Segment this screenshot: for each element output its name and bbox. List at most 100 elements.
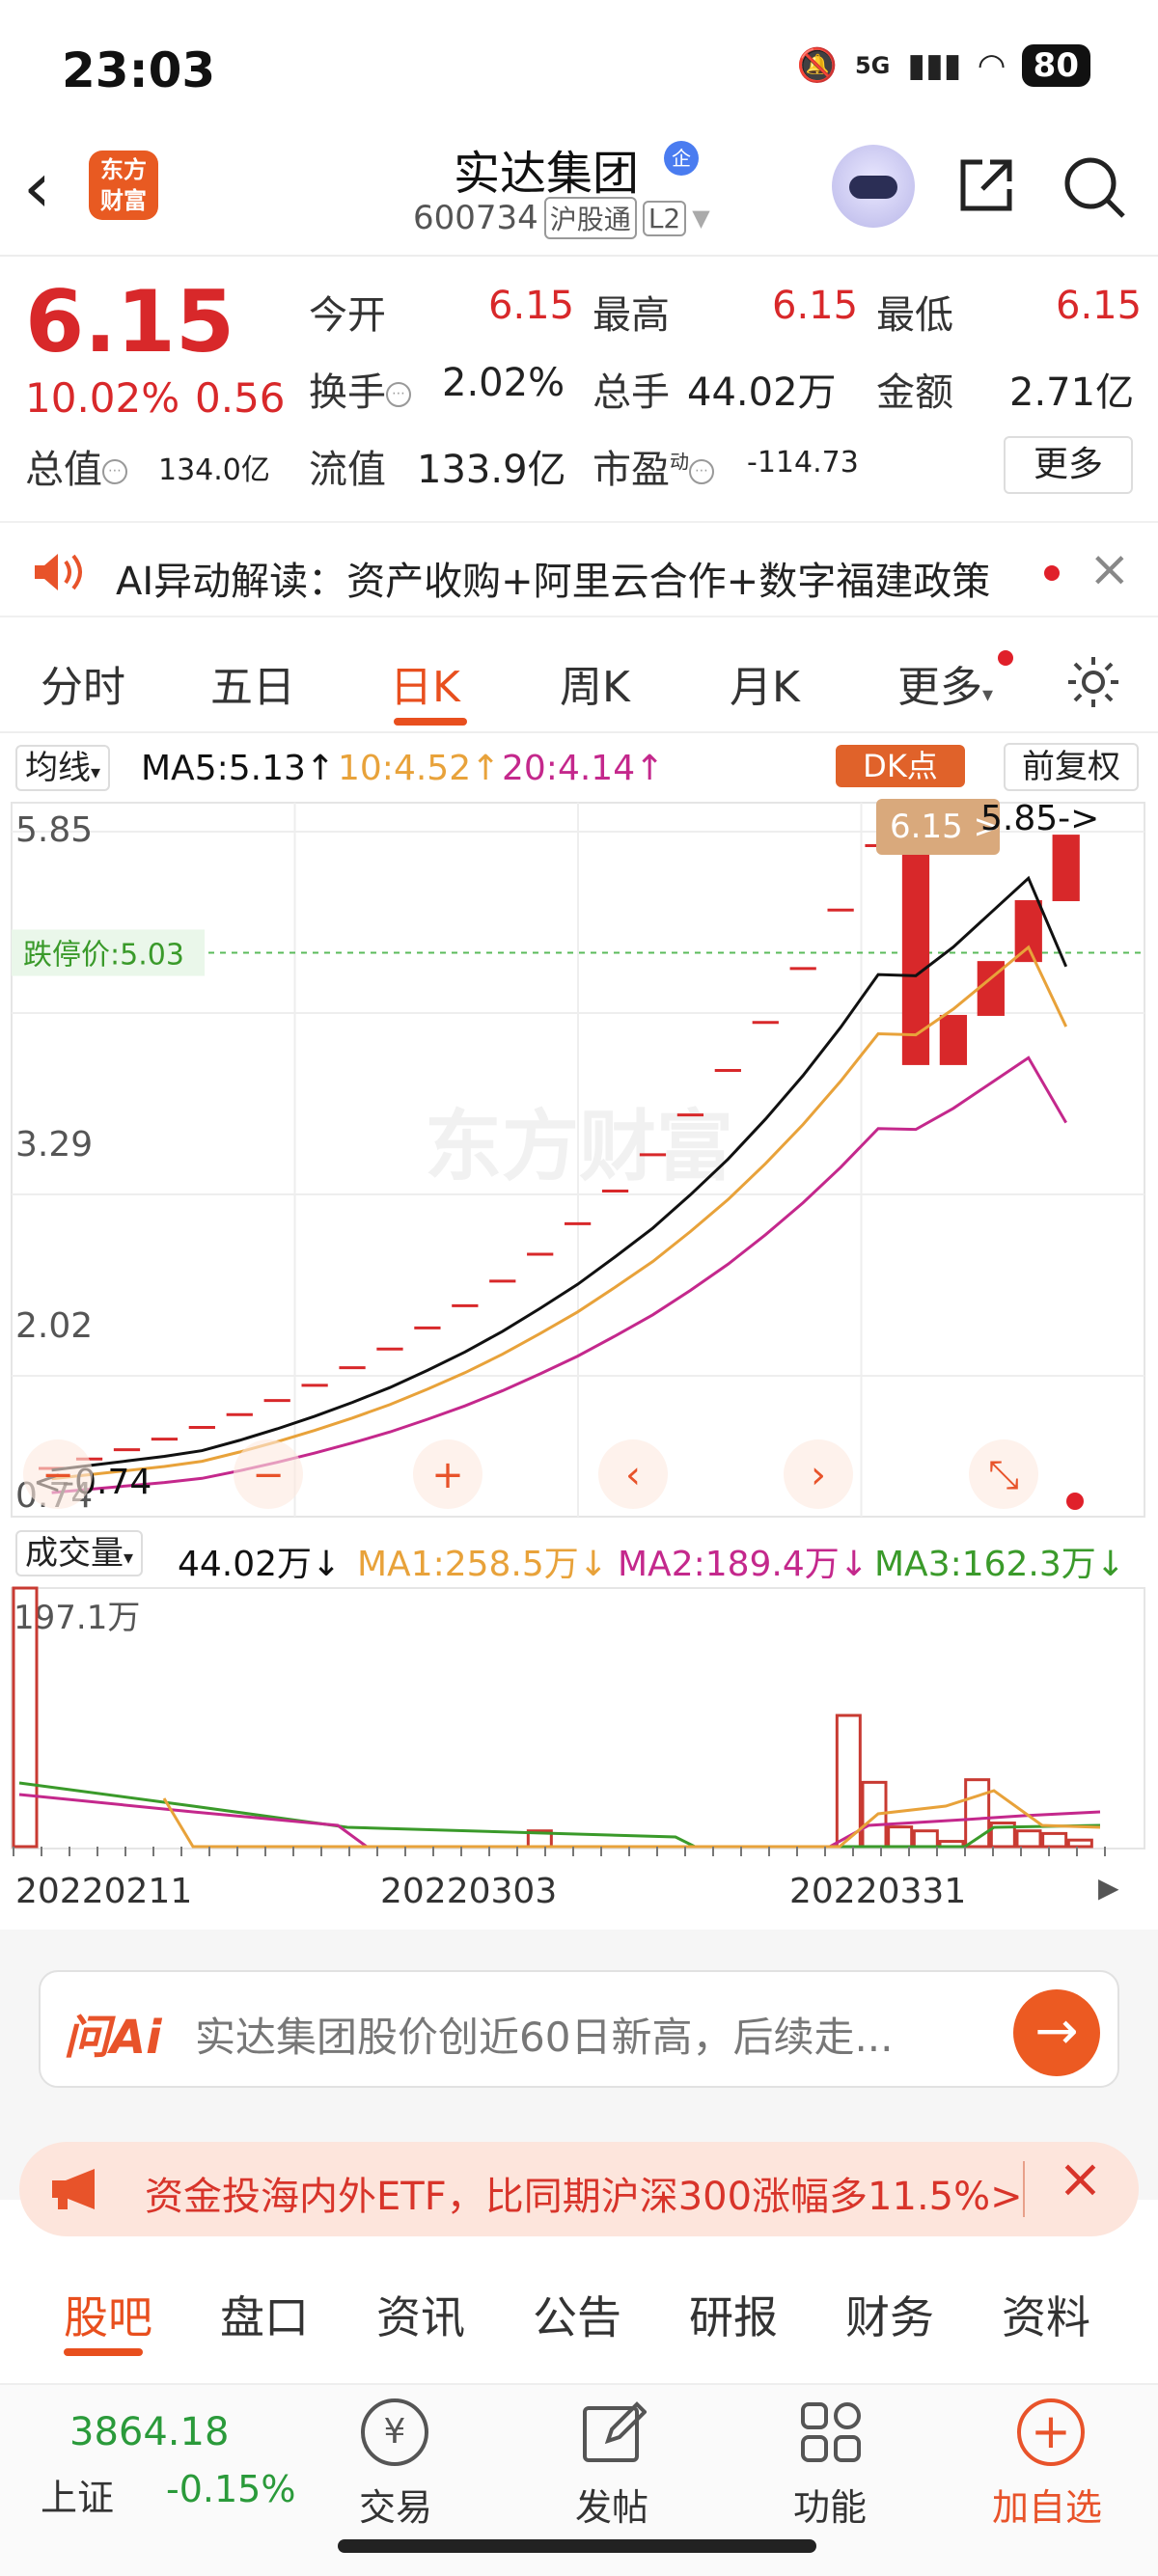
zoom-control-icon: ⤡ [988,1453,1019,1497]
add-icon[interactable]: + [1017,2398,1085,2466]
ma10-value: 10:4.52↑ [338,749,501,788]
tab-five-day[interactable]: 五日 [210,652,295,714]
index-value[interactable]: 3864.18 [69,2410,229,2454]
active-tab-underline [64,2348,143,2356]
volume-bar [835,1713,862,1849]
status-dot [1066,1493,1084,1510]
zoom-control-icon: − [41,1453,74,1497]
volume-bar [1041,1831,1068,1849]
volume-bar [887,1825,914,1849]
info-icon[interactable]: ⋯ [689,459,714,484]
x-label: 20220331 [789,1872,967,1911]
tab-announcements[interactable]: 公告 [533,2283,621,2346]
stock-code: 600734 [413,199,538,237]
megaphone-icon [52,2169,95,2209]
gear-icon[interactable] [1065,654,1121,710]
vol-ma1: MA1:258.5万↓ [357,1545,608,1584]
ma5-value: MA5:5.13↑ [141,749,336,788]
ask-ai-box[interactable]: 问Ai 实达集团股价创近60日新高，后续走... → [39,1970,1119,2088]
ask-ai-text: 实达集团股价创近60日新高，后续走... [195,2014,894,2061]
search-icon[interactable] [1062,154,1127,220]
turnover-label: 换手 ⋯ [309,361,411,417]
ai-robot-icon[interactable] [832,145,915,228]
close-icon[interactable]: × [1089,540,1131,598]
limit-down-label: 跌停价:5.03 [23,938,184,972]
grid-icon[interactable] [797,2398,865,2466]
candle [901,845,930,1065]
tab-intraday[interactable]: 分时 [41,652,125,714]
vol-ma2: MA2:189.4万↓ [618,1545,868,1584]
info-icon[interactable]: ⋯ [102,459,127,484]
arrow-right-icon[interactable]: → [1013,1989,1100,2076]
etf-banner[interactable]: 资金投海内外ETF，比同期沪深300涨幅多11.5%> × [19,2142,1139,2236]
volume-bar [964,1778,991,1849]
stock-name: 实达集团 [454,147,640,201]
ai-banner-text: AI异动解读：资产收购+阿里云合作+数字福建政策 [116,560,991,604]
tab-profile[interactable]: 资料 [1002,2283,1090,2346]
y-tick-label: 3.29 [15,1125,93,1165]
close-icon[interactable]: × [1058,2148,1103,2210]
y-tick-label: 2.02 [15,1306,93,1346]
candle [939,1014,968,1065]
volume-chart[interactable]: 197.1万 [0,1584,1158,1856]
post-label[interactable]: 发帖 [575,2478,648,2531]
trade-label[interactable]: 交易 [359,2478,432,2531]
clock: 23:03 [62,42,216,98]
x-label: 20220303 [380,1872,558,1911]
chart-tabs: 分时 五日 日K 周K 月K 更多▾ [0,617,1158,733]
tab-more[interactable]: 更多▾ [897,652,993,714]
open-label: 今开 [309,293,386,338]
dropdown-icon[interactable]: ▼ [692,205,709,232]
float-label: 流值 [309,448,386,492]
tab-forum[interactable]: 股吧 [64,2283,152,2346]
adjust-mode-button[interactable]: 前复权 [1004,743,1139,791]
wifi-icon: ◠ [979,46,1005,85]
dk-point-button[interactable]: DK点 [836,745,965,787]
pe-label: 市盈动 ⋯ [593,438,714,494]
tab-daily-k[interactable]: 日K [390,652,460,714]
tab-orderbook[interactable]: 盘口 [220,2283,309,2346]
tab-financials[interactable]: 财务 [845,2283,934,2346]
tab-monthly-k[interactable]: 月K [730,652,800,714]
tab-weekly-k[interactable]: 周K [560,652,630,714]
change-value: 0.56 [195,374,286,422]
index-name[interactable]: 上证 [41,2468,114,2521]
last-price: 6.15 [25,272,235,371]
quote-panel: 6.15 10.02% 0.56 今开 6.15 最高 6.15 最低 6.15… [0,260,1158,511]
tab-news[interactable]: 资讯 [376,2283,465,2346]
zoom-control-icon: ‹ [625,1453,641,1497]
share-icon[interactable] [955,154,1017,216]
volume-selector[interactable]: 成交量▾ [15,1530,144,1576]
more-button[interactable]: 更多 [1004,436,1133,494]
scroll-right-icon[interactable]: ▶ [1098,1872,1119,1904]
level2-tag: L2 [642,200,687,236]
candlestick-chart[interactable]: 东方财富5.854.573.292.020.74跌停价:5.036.15 >5.… [0,797,1158,1530]
volume-value: 44.02万 [687,370,837,415]
indicator-selector[interactable]: 均线▾ [15,745,111,791]
app-logo[interactable]: 东方 财富 [89,151,158,220]
tab-research[interactable]: 研报 [689,2283,778,2346]
stock-code-row: 600734 沪股通 L2 ▼ [413,197,710,239]
yen-icon[interactable]: ¥ [361,2398,428,2466]
battery-indicator: 80 [1021,44,1090,87]
function-label[interactable]: 功能 [793,2478,867,2531]
low-label: 最低 [876,293,953,338]
back-icon[interactable]: ‹ [23,152,51,222]
index-change[interactable]: -0.15% [166,2468,295,2510]
status-icons: 🔕 5G ▮▮▮ ◠ 80 [797,44,1090,87]
change-percent: 10.02% [25,374,180,422]
vol-ma3: MA3:162.3万↓ [874,1545,1125,1584]
ma20-value: 20:4.14↑ [502,749,665,788]
volume-bar [1015,1829,1042,1849]
network-label: 5G [854,52,891,79]
edit-icon[interactable] [579,2398,647,2466]
ma-legend: 均线▾ MA5:5.13↑ 10:4.52↑ 20:4.14↑ DK点 前复权 [0,741,1158,797]
info-icon[interactable]: ⋯ [386,382,411,407]
add-watchlist-label[interactable]: 加自选 [992,2478,1102,2531]
volume-bar [912,1829,939,1849]
open-value: 6.15 [488,284,575,328]
top-nav: ‹ 东方 财富 实达集团 企 600734 沪股通 L2 ▼ [0,135,1158,257]
volume-bar [1066,1838,1093,1849]
ai-banner[interactable]: AI异动解读：资产收购+阿里云合作+数字福建政策 × [0,521,1158,617]
candle [1014,900,1042,963]
